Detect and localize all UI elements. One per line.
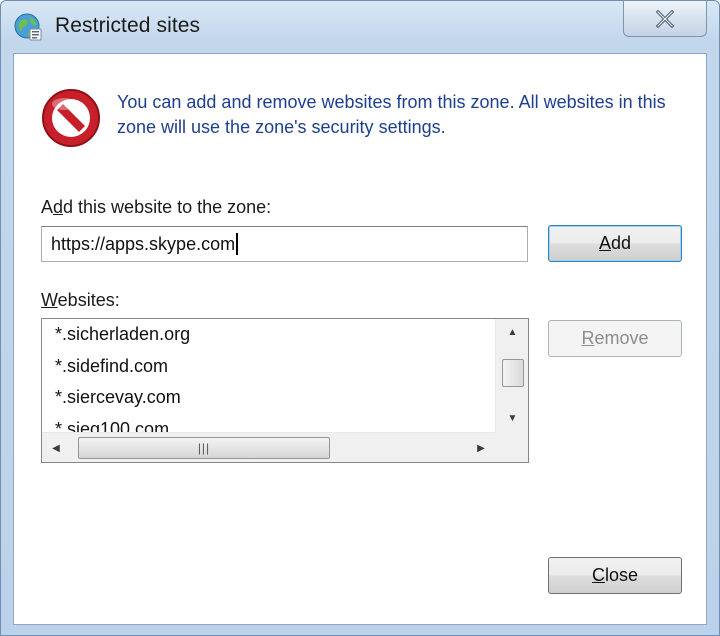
text-caret: [236, 233, 239, 255]
scroll-down-icon[interactable]: ▼: [496, 405, 528, 431]
list-item[interactable]: *.sidefind.com: [42, 351, 495, 383]
list-item[interactable]: *.siercevay.com: [42, 382, 495, 414]
close-button[interactable]: Close: [548, 557, 682, 594]
website-url-input[interactable]: https://apps.skype.com: [41, 226, 528, 262]
add-button[interactable]: Add: [548, 225, 682, 262]
list-item[interactable]: *.sieg100.com: [42, 414, 495, 433]
add-website-label: Add this website to the zone:: [41, 197, 272, 217]
close-window-button[interactable]: [623, 1, 707, 37]
vertical-scroll-thumb[interactable]: [502, 359, 524, 387]
scroll-right-icon[interactable]: ▶: [467, 433, 495, 462]
websites-list-items: *.sicherladen.org *.sidefind.com *.sierc…: [42, 319, 495, 432]
url-input-value: https://apps.skype.com: [51, 233, 236, 254]
list-item[interactable]: *.sicherladen.org: [42, 319, 495, 351]
websites-list[interactable]: *.sicherladen.org *.sidefind.com *.sierc…: [41, 318, 529, 463]
globe-icon: [14, 13, 42, 41]
horizontal-scrollbar[interactable]: ◀ ||| ▶: [42, 432, 495, 462]
scroll-up-icon[interactable]: ▲: [496, 319, 528, 345]
window-title: Restricted sites: [55, 14, 201, 37]
title-bar[interactable]: Restricted sites: [1, 1, 719, 53]
vertical-scrollbar[interactable]: ▲ ▼: [495, 319, 528, 432]
dialog-window: Restricted sites You can add and remove …: [0, 0, 720, 636]
dialog-content: You can add and remove websites from thi…: [13, 53, 707, 625]
remove-button[interactable]: Remove: [548, 320, 682, 357]
close-x-icon: [655, 9, 675, 28]
scroll-left-icon[interactable]: ◀: [42, 433, 70, 462]
horizontal-scroll-thumb[interactable]: |||: [78, 437, 330, 459]
scrollbar-corner: [495, 432, 528, 462]
info-message: You can add and remove websites from thi…: [117, 92, 666, 137]
websites-label: Websites:: [41, 290, 120, 310]
restricted-icon: [42, 89, 100, 147]
